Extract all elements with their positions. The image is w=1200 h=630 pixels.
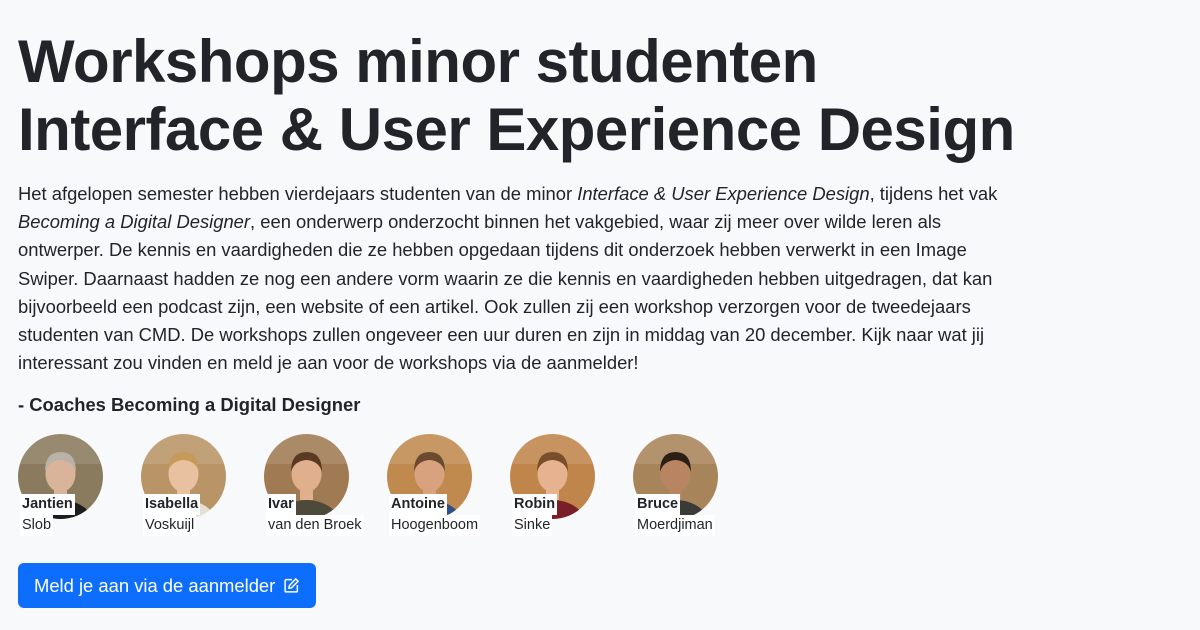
intro-text-3: , een onderwerp onderzocht binnen het va…	[18, 211, 993, 374]
coach-name: Bruce Moerdjiman	[635, 494, 715, 537]
intro-text-1: Het afgelopen semester hebben vierdejaar…	[18, 183, 578, 204]
minor-name: Interface & User Experience Design	[577, 183, 870, 204]
coach-last-name: Voskuijl	[143, 515, 197, 537]
coach-card: Jantien Slob	[18, 434, 103, 538]
coach-name: Jantien Slob	[20, 494, 75, 537]
coach-card: Ivar van den Broek	[264, 434, 364, 538]
signature: - Coaches Becoming a Digital Designer	[18, 394, 361, 416]
coach-last-name: Slob	[20, 515, 54, 537]
coach-name: Antoine Hoogenboom	[389, 494, 481, 537]
coach-first-name: Ivar	[266, 494, 296, 516]
coach-last-name: van den Broek	[266, 515, 364, 537]
intro-paragraph: Het afgelopen semester hebben vierdejaar…	[18, 180, 1008, 377]
coach-card: Robin Sinke	[510, 434, 595, 538]
coach-first-name: Isabella	[143, 494, 201, 516]
coach-card: Bruce Moerdjiman	[633, 434, 718, 538]
coach-last-name: Sinke	[512, 515, 553, 537]
coach-list: Jantien Slob Isabella Voskuijl Ivar van den B…	[18, 434, 1200, 538]
register-button[interactable]: Meld je aan via de aanmelder	[18, 563, 317, 608]
page: Workshops minor studenten Interface & Us…	[0, 0, 1200, 630]
coach-first-name: Robin	[512, 494, 558, 516]
course-name: Becoming a Digital Designer	[18, 211, 251, 233]
coach-card: Antoine Hoogenboom	[387, 434, 481, 538]
intro-text-2: , tijdens het vak	[869, 183, 998, 204]
coach-last-name: Hoogenboom	[389, 515, 481, 537]
coach-last-name: Moerdjiman	[635, 515, 715, 537]
register-button-label: Meld je aan via de aanmelder	[34, 574, 276, 596]
coach-first-name: Antoine	[389, 494, 447, 516]
coach-name: Isabella Voskuijl	[143, 494, 201, 537]
external-edit-icon	[283, 577, 300, 594]
page-title-line1: Workshops minor studenten	[18, 28, 818, 95]
coach-name: Ivar van den Broek	[266, 494, 364, 537]
coach-card: Isabella Voskuijl	[141, 434, 226, 538]
coach-name: Robin Sinke	[512, 494, 558, 537]
page-title: Workshops minor studenten Interface & Us…	[18, 28, 1078, 164]
coach-first-name: Bruce	[635, 494, 681, 516]
page-title-line2: Interface & User Experience Design	[18, 96, 1015, 163]
coach-first-name: Jantien	[20, 494, 75, 516]
